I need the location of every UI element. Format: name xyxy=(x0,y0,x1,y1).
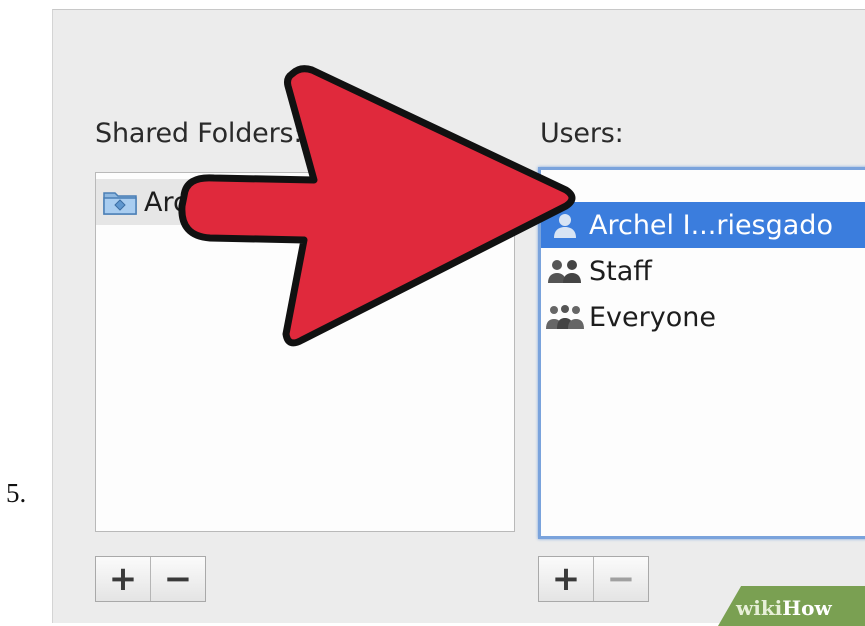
shared-folders-buttons: + − xyxy=(95,556,206,602)
step-number: 5. xyxy=(6,478,27,508)
user-icon xyxy=(541,211,589,239)
shared-folder-item[interactable]: Archel's Public Folder xyxy=(96,179,514,225)
user-item-everyone[interactable]: Everyone xyxy=(541,294,865,340)
watermark-logo: wikiHow xyxy=(736,596,832,620)
users-label: Users: xyxy=(540,118,624,149)
shared-folder-name: Archel's Public Folder xyxy=(144,186,432,218)
shared-folders-list[interactable]: Archel's Public Folder xyxy=(95,172,515,532)
user-item-staff[interactable]: Staff xyxy=(541,248,865,294)
remove-shared-folder-button[interactable]: − xyxy=(150,557,205,601)
sharing-panel: Shared Folders: Users: Archel's Public F… xyxy=(52,9,865,623)
add-user-button[interactable]: + xyxy=(539,557,593,601)
remove-user-button[interactable]: − xyxy=(593,557,648,601)
shared-folders-label: Shared Folders: xyxy=(95,118,303,149)
users-buttons: + − xyxy=(538,556,649,602)
shared-folder-icon xyxy=(96,188,144,216)
add-shared-folder-button[interactable]: + xyxy=(96,557,150,601)
user-name: Archel I...riesgado xyxy=(589,209,833,241)
group-icon xyxy=(541,257,589,285)
user-name: Everyone xyxy=(589,301,716,333)
users-list[interactable]: Archel I...riesgado Staff Everyone xyxy=(538,167,865,539)
user-name: Staff xyxy=(589,255,652,287)
user-item-archel[interactable]: Archel I...riesgado xyxy=(541,202,865,248)
everyone-icon xyxy=(541,303,589,331)
